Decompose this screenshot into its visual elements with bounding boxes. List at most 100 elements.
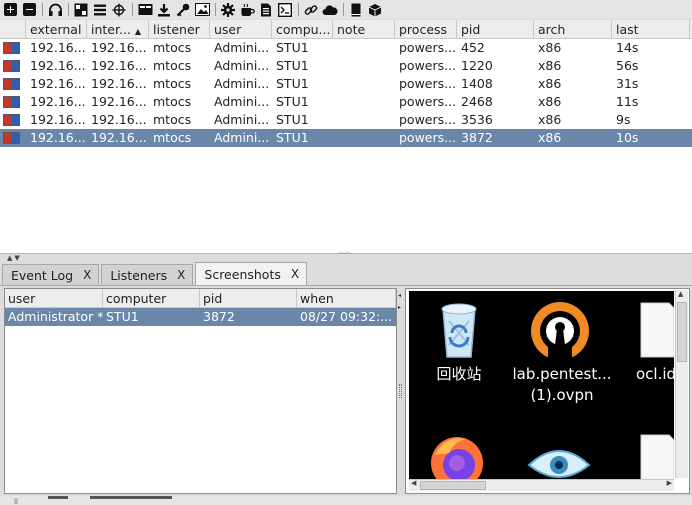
column-header-computer[interactable]: compu... — [272, 20, 333, 38]
cell-arch: x86 — [538, 130, 562, 145]
toolbar-separator — [132, 3, 133, 16]
column-header-pid[interactable]: pid — [457, 20, 534, 38]
splitter-grip-icon[interactable]: ⁀⁀ — [338, 253, 351, 262]
openvpn-file-icon — [531, 302, 589, 363]
scroll-right-icon[interactable]: ▶ — [667, 479, 672, 487]
divider-grip[interactable] — [399, 384, 402, 398]
terminal-icon[interactable] — [277, 2, 293, 17]
table-row[interactable]: 192.16... 192.16... mtocs Admini... STU1 powe… — [0, 111, 692, 129]
column-header-external[interactable]: external — [26, 20, 87, 38]
column-header-arch[interactable]: arch — [534, 20, 612, 38]
column-header-user[interactable]: user — [210, 20, 272, 38]
cloud-icon[interactable] — [322, 2, 338, 17]
cell-external: 192.16... — [30, 94, 86, 109]
scrollbar-thumb[interactable] — [677, 302, 687, 362]
column-header-note[interactable]: note — [333, 20, 395, 38]
column-header-listener[interactable]: listener — [149, 20, 210, 38]
screenshots-panel: user computer pid when Administrator * S… — [0, 286, 692, 496]
collapse-left-icon[interactable]: ◂ — [398, 292, 401, 299]
cell-last: 10s — [616, 130, 639, 145]
windows-session-icon — [0, 57, 26, 75]
vertical-scrollbar[interactable]: ▲ — [675, 290, 688, 478]
package-icon[interactable] — [367, 2, 383, 17]
cell-listener: mtocs — [153, 76, 192, 91]
table-row[interactable]: 192.16... 192.16... mtocs Admini... STU1 powe… — [0, 57, 692, 75]
tab-screenshots[interactable]: Screenshots X — [195, 262, 308, 285]
coffee-icon[interactable] — [239, 2, 255, 17]
scroll-left-icon[interactable]: ◀ — [411, 479, 416, 487]
cell-computer: STU1 — [276, 76, 309, 91]
close-tab-button[interactable]: X — [83, 268, 91, 282]
cell-external: 192.16... — [30, 112, 86, 127]
tab-listeners[interactable]: Listeners X — [101, 264, 194, 285]
crosshair-icon[interactable] — [111, 2, 127, 17]
document-icon[interactable] — [258, 2, 274, 17]
column-header-last[interactable]: last — [612, 20, 690, 38]
scroll-up-icon[interactable]: ▲ — [678, 290, 683, 298]
toolbar-separator — [42, 3, 43, 16]
column-header-when[interactable]: when — [297, 289, 396, 307]
cell-note — [333, 129, 395, 147]
toolbar-separator — [343, 3, 344, 16]
column-header-process[interactable]: process — [395, 20, 457, 38]
sessions-header: external inter... ▲ listener user compu.… — [0, 20, 692, 39]
toolbar-separator — [298, 3, 299, 16]
tab-label: Listeners — [110, 267, 168, 283]
scrollbar-thumb[interactable] — [420, 481, 486, 490]
column-header-icon[interactable] — [0, 20, 26, 38]
file-icon — [640, 302, 674, 358]
tab-event-log[interactable]: Event Log X — [2, 264, 100, 285]
new-connection-icon[interactable] — [2, 2, 18, 17]
book-icon[interactable] — [348, 2, 364, 17]
cell-process: powers... — [399, 130, 457, 145]
console-icon[interactable] — [137, 2, 153, 17]
cell-listener: mtocs — [153, 94, 192, 109]
file-icon — [640, 434, 674, 479]
cell-computer: STU1 — [276, 112, 309, 127]
cell-last: 14s — [616, 40, 639, 55]
collapse-right-icon[interactable]: ▸ — [398, 304, 401, 311]
cell-arch: x86 — [538, 76, 562, 91]
tab-label: Screenshots — [204, 266, 281, 282]
column-header-pid[interactable]: pid — [200, 289, 297, 307]
disconnect-icon[interactable] — [21, 2, 37, 17]
screenshot-icon[interactable] — [194, 2, 210, 17]
cell-pid: 452 — [461, 40, 485, 55]
cell-last: 31s — [616, 76, 639, 91]
targets-icon[interactable] — [73, 2, 89, 17]
settings-icon[interactable] — [220, 2, 236, 17]
download-icon[interactable] — [156, 2, 172, 17]
headphones-icon[interactable] — [47, 2, 63, 17]
list-icon[interactable] — [92, 2, 108, 17]
status-strip — [0, 496, 692, 505]
split-divider[interactable]: ◂ ▸ — [397, 288, 405, 494]
screenshot-viewer: 回收站 lab.pentest... (1).ovpn ocl.id ▲ ◀ ▶ — [405, 288, 690, 494]
table-row[interactable]: 192.16... 192.16... mtocs Admini... STU1 powe… — [0, 129, 692, 147]
table-row[interactable]: 192.16... 192.16... mtocs Admini... STU1 powe… — [0, 93, 692, 111]
cell-computer: STU1 — [276, 130, 309, 145]
collapse-arrows-icon[interactable]: ▲▼ — [7, 254, 22, 262]
cell-listener: mtocs — [153, 112, 192, 127]
table-row[interactable]: Administrator * STU1 3872 08/27 09:32:..… — [5, 308, 396, 326]
key-icon[interactable] — [175, 2, 191, 17]
close-tab-button[interactable]: X — [177, 268, 185, 282]
windows-session-icon — [0, 39, 26, 57]
cell-pid: 1220 — [461, 58, 493, 73]
sessions-table: external inter... ▲ listener user compu.… — [0, 20, 692, 254]
link-icon[interactable] — [303, 2, 319, 17]
cell-last: 11s — [616, 94, 639, 109]
cell-external: 192.16... — [30, 76, 86, 91]
screenshot-image: 回收站 lab.pentest... (1).ovpn ocl.id — [409, 291, 674, 479]
table-row[interactable]: 192.16... 192.16... mtocs Admini... STU1 powe… — [0, 75, 692, 93]
column-header-internal[interactable]: inter... ▲ — [87, 20, 149, 38]
cell-process: powers... — [399, 112, 457, 127]
recycle-bin-icon — [441, 303, 477, 358]
column-header-user[interactable]: user — [5, 289, 103, 307]
horizontal-scrollbar[interactable]: ◀ ▶ — [409, 479, 674, 491]
strip-mark — [90, 496, 172, 499]
pane-splitter[interactable]: ▲▼ ⁀⁀ — [0, 253, 692, 263]
column-header-computer[interactable]: computer — [103, 289, 200, 307]
close-tab-button[interactable]: X — [291, 267, 299, 281]
computer-icon — [3, 78, 20, 90]
table-row[interactable]: 192.16... 192.16... mtocs Admini... STU1 powe… — [0, 39, 692, 57]
